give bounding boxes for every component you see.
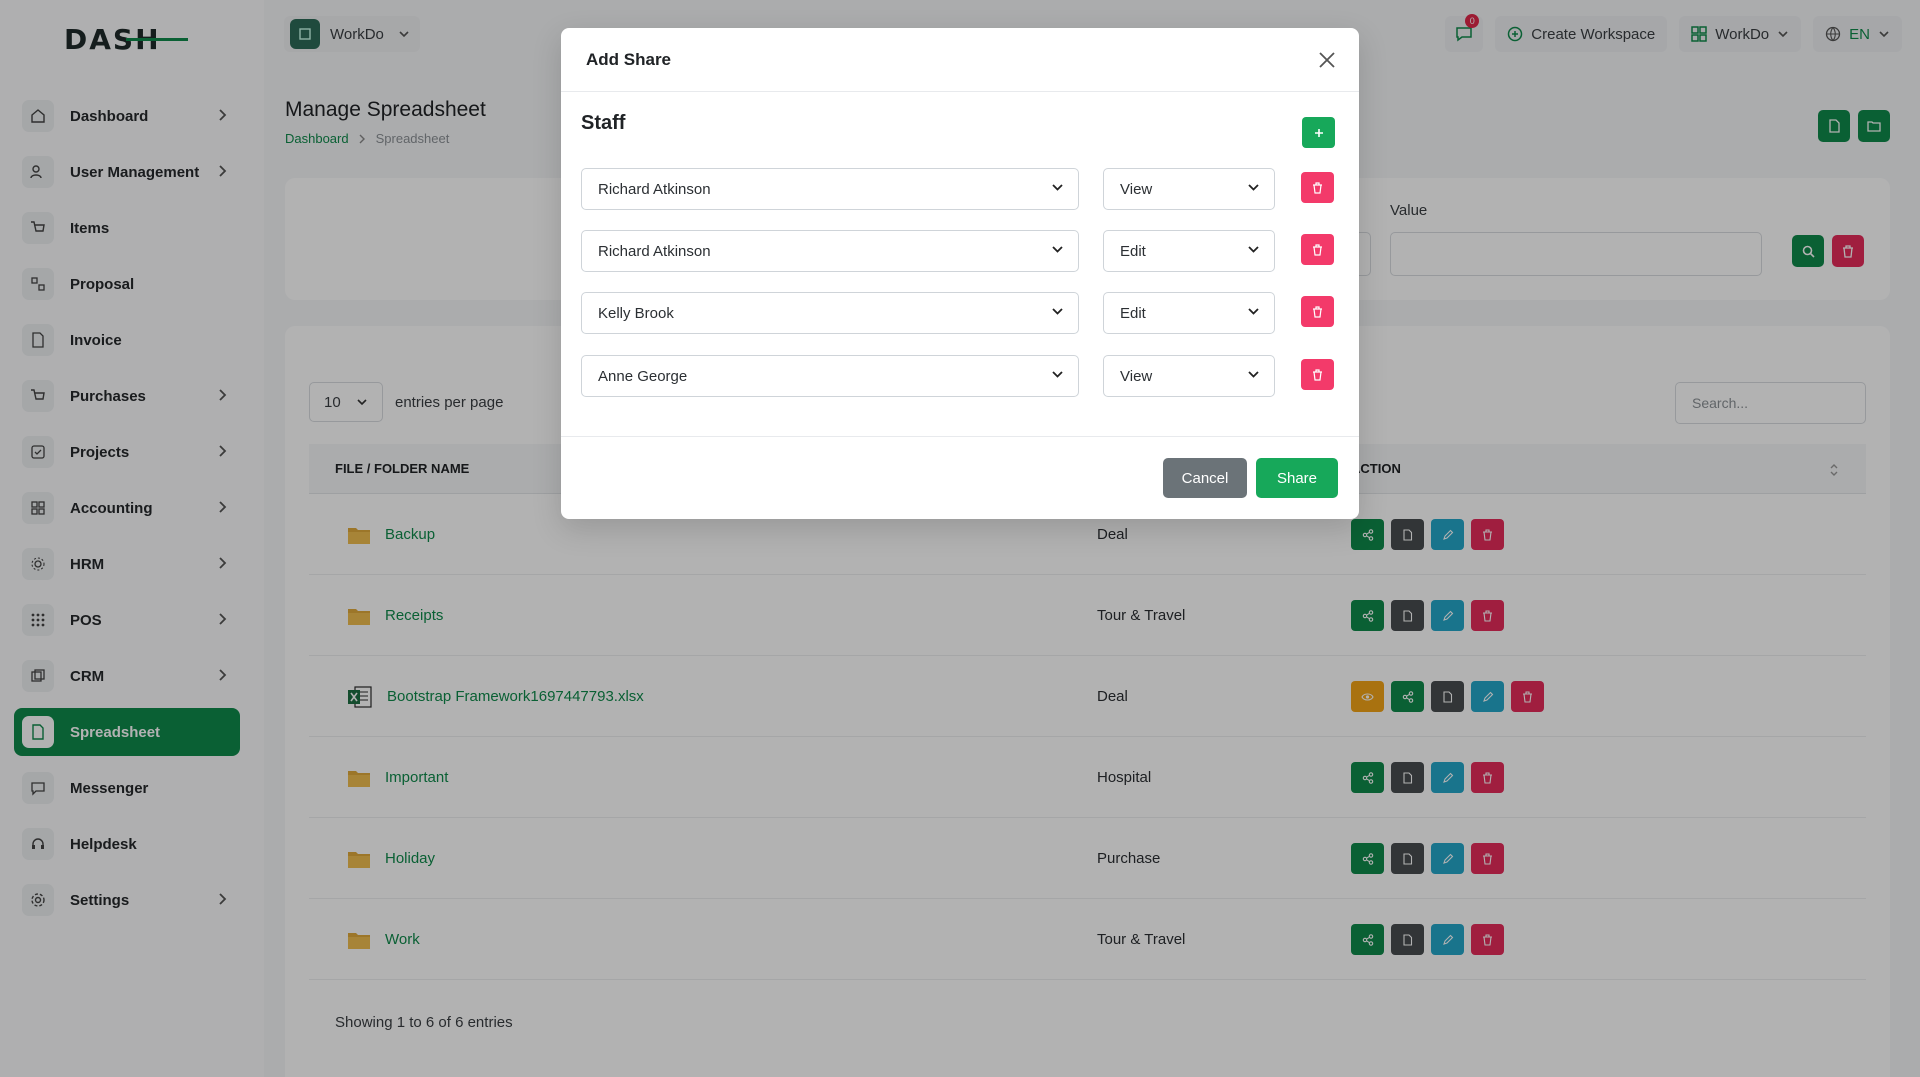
modal-header: Add Share	[561, 28, 1359, 92]
permission-select[interactable]: Edit	[1103, 292, 1275, 334]
share-row: Anne George View	[581, 355, 1341, 397]
remove-share-button[interactable]	[1301, 359, 1334, 390]
staff-select[interactable]: Kelly Brook	[581, 292, 1079, 334]
share-row: Richard Atkinson View	[581, 168, 1341, 210]
staff-select[interactable]: Anne George	[581, 355, 1079, 397]
remove-share-button[interactable]	[1301, 172, 1334, 203]
trash-icon	[1313, 181, 1322, 194]
modal-title: Add Share	[586, 50, 672, 69]
permission-select-value: View	[1120, 367, 1153, 385]
share-row: Richard Atkinson Edit	[581, 230, 1341, 272]
staff-select-value: Anne George	[598, 367, 688, 385]
chevron-down-icon	[1248, 246, 1259, 253]
staff-select-value: Kelly Brook	[598, 304, 674, 322]
permission-select-value: View	[1120, 180, 1153, 198]
chevron-down-icon	[1052, 371, 1063, 378]
permission-select-value: Edit	[1120, 242, 1146, 260]
chevron-down-icon	[1052, 308, 1063, 315]
staff-section-title: Staff	[581, 112, 626, 134]
remove-share-button[interactable]	[1301, 296, 1334, 327]
trash-icon	[1313, 305, 1322, 318]
staff-select-value: Richard Atkinson	[598, 180, 711, 198]
permission-select[interactable]: View	[1103, 168, 1275, 210]
modal-footer: Cancel Share	[561, 436, 1359, 519]
cancel-button[interactable]: Cancel	[1163, 458, 1247, 498]
staff-select[interactable]: Richard Atkinson	[581, 230, 1079, 272]
staff-select-value: Richard Atkinson	[598, 242, 711, 260]
plus-icon	[1314, 128, 1323, 137]
remove-share-button[interactable]	[1301, 234, 1334, 265]
permission-select[interactable]: View	[1103, 355, 1275, 397]
chevron-down-icon	[1052, 184, 1063, 191]
chevron-down-icon	[1248, 184, 1259, 191]
trash-icon	[1313, 243, 1322, 256]
share-row: Kelly Brook Edit	[581, 292, 1341, 334]
trash-icon	[1313, 368, 1322, 381]
share-submit-button[interactable]: Share	[1256, 458, 1338, 498]
add-staff-button[interactable]	[1302, 117, 1335, 148]
close-icon[interactable]	[1317, 50, 1337, 70]
chevron-down-icon	[1052, 246, 1063, 253]
chevron-down-icon	[1248, 308, 1259, 315]
permission-select-value: Edit	[1120, 304, 1146, 322]
chevron-down-icon	[1248, 371, 1259, 378]
add-share-modal: Add Share Staff Richard Atkinson View Ri…	[561, 28, 1359, 519]
permission-select[interactable]: Edit	[1103, 230, 1275, 272]
staff-select[interactable]: Richard Atkinson	[581, 168, 1079, 210]
